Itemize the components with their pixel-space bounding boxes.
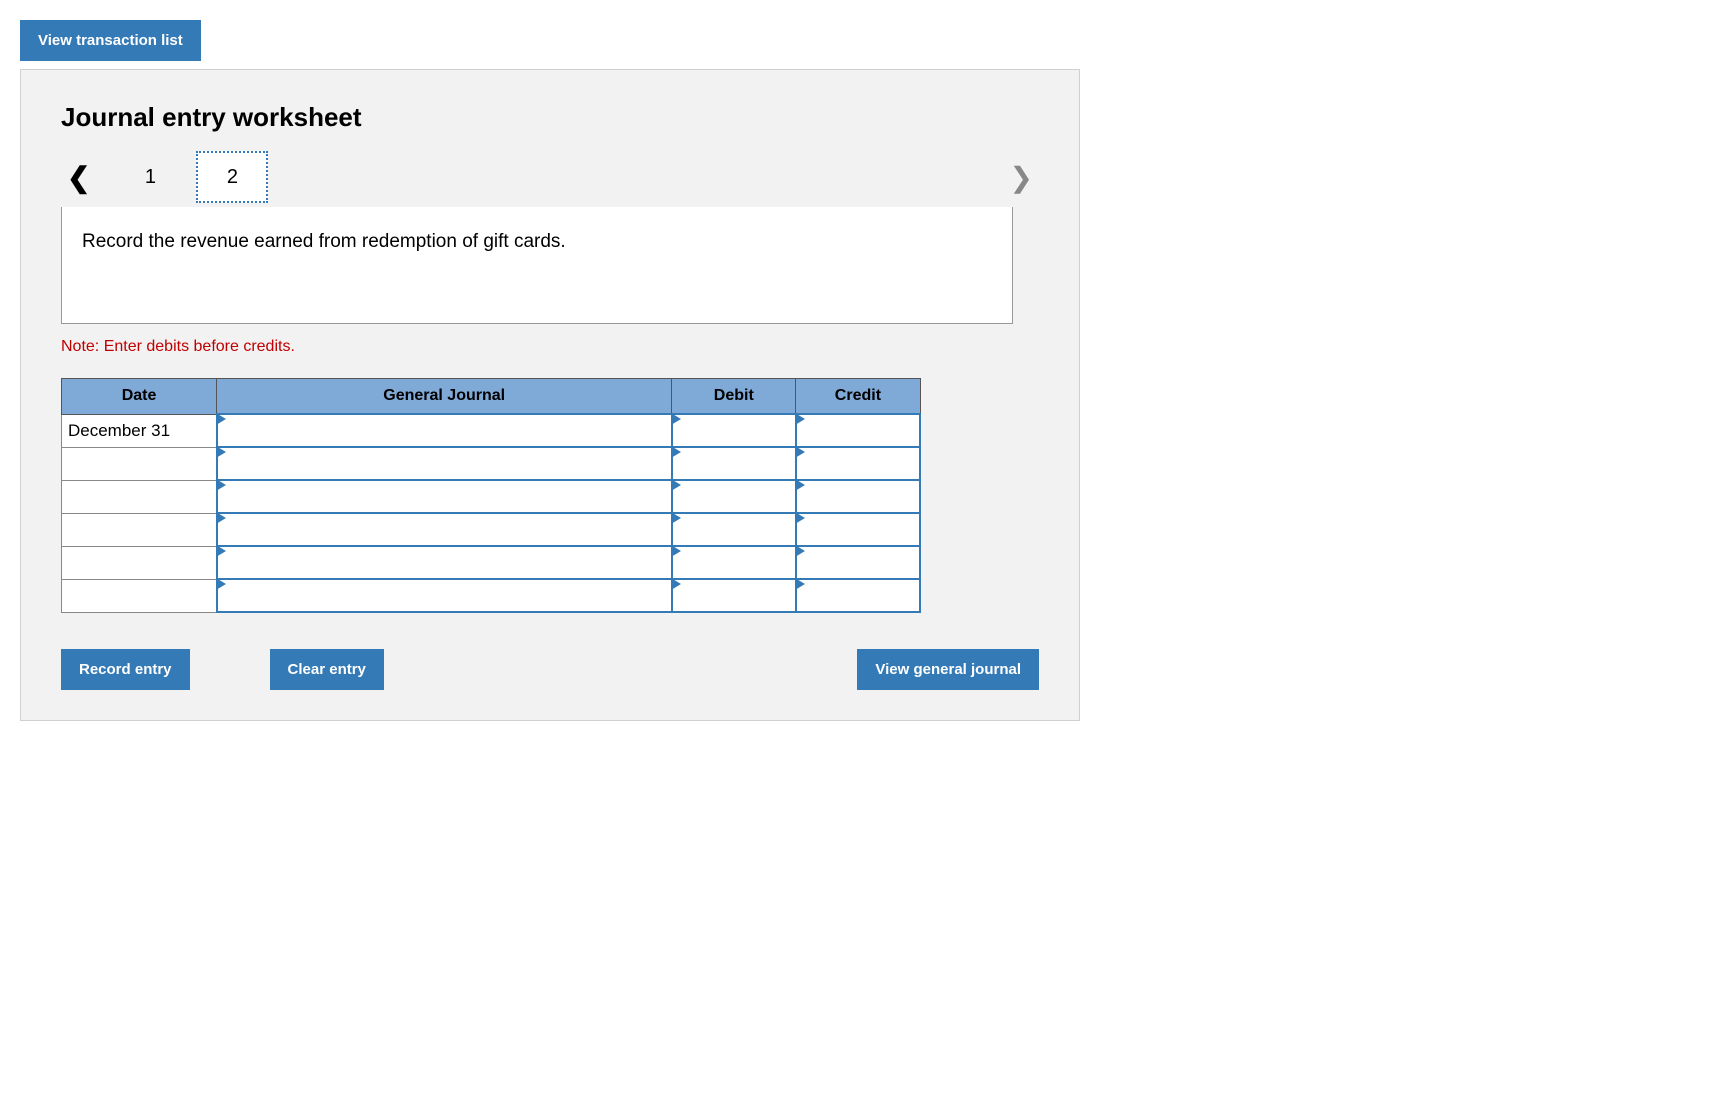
cell-credit[interactable]	[796, 447, 920, 480]
cell-debit[interactable]	[672, 480, 796, 513]
journal-worksheet-panel: Journal entry worksheet ❮ 1 2 ❯ Record t…	[20, 69, 1080, 721]
th-date: Date	[62, 379, 217, 415]
table-row: December 31	[62, 414, 921, 447]
th-credit: Credit	[796, 379, 920, 415]
cell-credit[interactable]	[796, 579, 920, 612]
cell-date[interactable]	[62, 546, 217, 579]
page-tab-2[interactable]: 2	[196, 151, 268, 203]
cell-date[interactable]	[62, 513, 217, 546]
cell-general-journal[interactable]	[217, 579, 672, 612]
cell-debit[interactable]	[672, 579, 796, 612]
cell-general-journal[interactable]	[217, 546, 672, 579]
cell-date[interactable]: December 31	[62, 414, 217, 447]
cell-credit[interactable]	[796, 546, 920, 579]
view-transaction-list-button[interactable]: View transaction list	[20, 20, 201, 61]
chevron-right-icon[interactable]: ❯	[1004, 161, 1039, 194]
cell-credit[interactable]	[796, 414, 920, 447]
chevron-left-icon[interactable]: ❮	[61, 161, 96, 194]
table-row	[62, 579, 921, 612]
table-row	[62, 546, 921, 579]
cell-date[interactable]	[62, 447, 217, 480]
th-general-journal: General Journal	[217, 379, 672, 415]
cell-general-journal[interactable]	[217, 414, 672, 447]
table-row	[62, 480, 921, 513]
cell-debit[interactable]	[672, 414, 796, 447]
cell-debit[interactable]	[672, 513, 796, 546]
cell-date[interactable]	[62, 579, 217, 612]
note-text: Note: Enter debits before credits.	[61, 338, 1039, 356]
record-entry-button[interactable]: Record entry	[61, 649, 190, 690]
clear-entry-button[interactable]: Clear entry	[270, 649, 384, 690]
page-tab-1[interactable]: 1	[114, 151, 186, 203]
table-row	[62, 513, 921, 546]
view-general-journal-button[interactable]: View general journal	[857, 649, 1039, 690]
cell-credit[interactable]	[796, 513, 920, 546]
action-row: Record entry Clear entry View general jo…	[61, 649, 1039, 690]
th-debit: Debit	[672, 379, 796, 415]
cell-debit[interactable]	[672, 447, 796, 480]
cell-general-journal[interactable]	[217, 513, 672, 546]
cell-credit[interactable]	[796, 480, 920, 513]
cell-general-journal[interactable]	[217, 447, 672, 480]
cell-debit[interactable]	[672, 546, 796, 579]
journal-table: Date General Journal Debit Credit Decemb…	[61, 378, 921, 613]
table-row	[62, 447, 921, 480]
panel-title: Journal entry worksheet	[61, 102, 1039, 133]
tab-row: ❮ 1 2 ❯	[61, 151, 1039, 203]
cell-date[interactable]	[62, 480, 217, 513]
instruction-box: Record the revenue earned from redemptio…	[61, 207, 1013, 324]
cell-general-journal[interactable]	[217, 480, 672, 513]
